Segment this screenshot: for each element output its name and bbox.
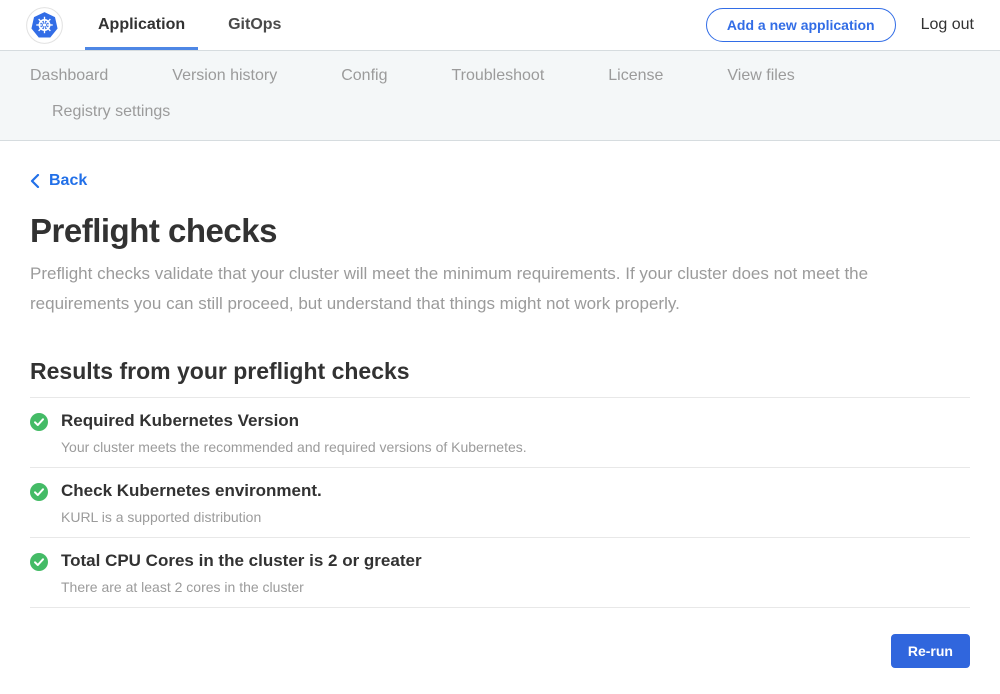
- preflight-content: Back Preflight checks Preflight checks v…: [0, 141, 1000, 694]
- check-title: Check Kubernetes environment.: [61, 481, 322, 501]
- check-text: Check Kubernetes environment. KURL is a …: [61, 481, 322, 525]
- subnav-dashboard[interactable]: Dashboard: [30, 58, 108, 94]
- subnav-config[interactable]: Config: [341, 58, 387, 94]
- page-description: Preflight checks validate that your clus…: [30, 259, 950, 319]
- page-title: Preflight checks: [30, 212, 970, 250]
- back-link-label: Back: [49, 172, 87, 190]
- header-tabs: Application GitOps: [85, 0, 311, 50]
- rerun-button[interactable]: Re-run: [891, 634, 970, 668]
- kubernetes-logo-icon: [26, 7, 63, 44]
- preflight-check-row: Total CPU Cores in the cluster is 2 or g…: [30, 538, 970, 608]
- check-message: KURL is a supported distribution: [61, 509, 322, 525]
- tab-application[interactable]: Application: [85, 0, 198, 50]
- check-text: Required Kubernetes Version Your cluster…: [61, 411, 527, 455]
- subnav-registry-settings[interactable]: Registry settings: [52, 94, 170, 130]
- check-success-icon: [30, 413, 48, 431]
- check-success-icon: [30, 483, 48, 501]
- subnav-license[interactable]: License: [608, 58, 663, 94]
- tab-gitops-label: GitOps: [228, 16, 281, 34]
- add-application-button[interactable]: Add a new application: [706, 8, 896, 42]
- subnav-troubleshoot[interactable]: Troubleshoot: [451, 58, 544, 94]
- check-message: Your cluster meets the recommended and r…: [61, 439, 527, 455]
- top-header: Application GitOps Add a new application…: [0, 0, 1000, 50]
- subnav-version-history[interactable]: Version history: [172, 58, 277, 94]
- chevron-left-icon: [30, 174, 40, 188]
- preflight-check-row: Check Kubernetes environment. KURL is a …: [30, 468, 970, 538]
- page-footer: Re-run: [30, 608, 970, 694]
- preflight-check-list: Required Kubernetes Version Your cluster…: [30, 398, 970, 608]
- back-link[interactable]: Back: [30, 172, 87, 190]
- app-subnav: Dashboard Version history Config Trouble…: [0, 50, 1000, 141]
- results-heading: Results from your preflight checks: [30, 358, 970, 398]
- check-text: Total CPU Cores in the cluster is 2 or g…: [61, 551, 422, 595]
- tab-gitops[interactable]: GitOps: [215, 0, 294, 50]
- subnav-view-files[interactable]: View files: [727, 58, 794, 94]
- preflight-check-row: Required Kubernetes Version Your cluster…: [30, 398, 970, 468]
- logout-link[interactable]: Log out: [921, 16, 974, 34]
- check-message: There are at least 2 cores in the cluste…: [61, 579, 422, 595]
- check-title: Total CPU Cores in the cluster is 2 or g…: [61, 551, 422, 571]
- tab-application-label: Application: [98, 16, 185, 34]
- check-success-icon: [30, 553, 48, 571]
- check-title: Required Kubernetes Version: [61, 411, 527, 431]
